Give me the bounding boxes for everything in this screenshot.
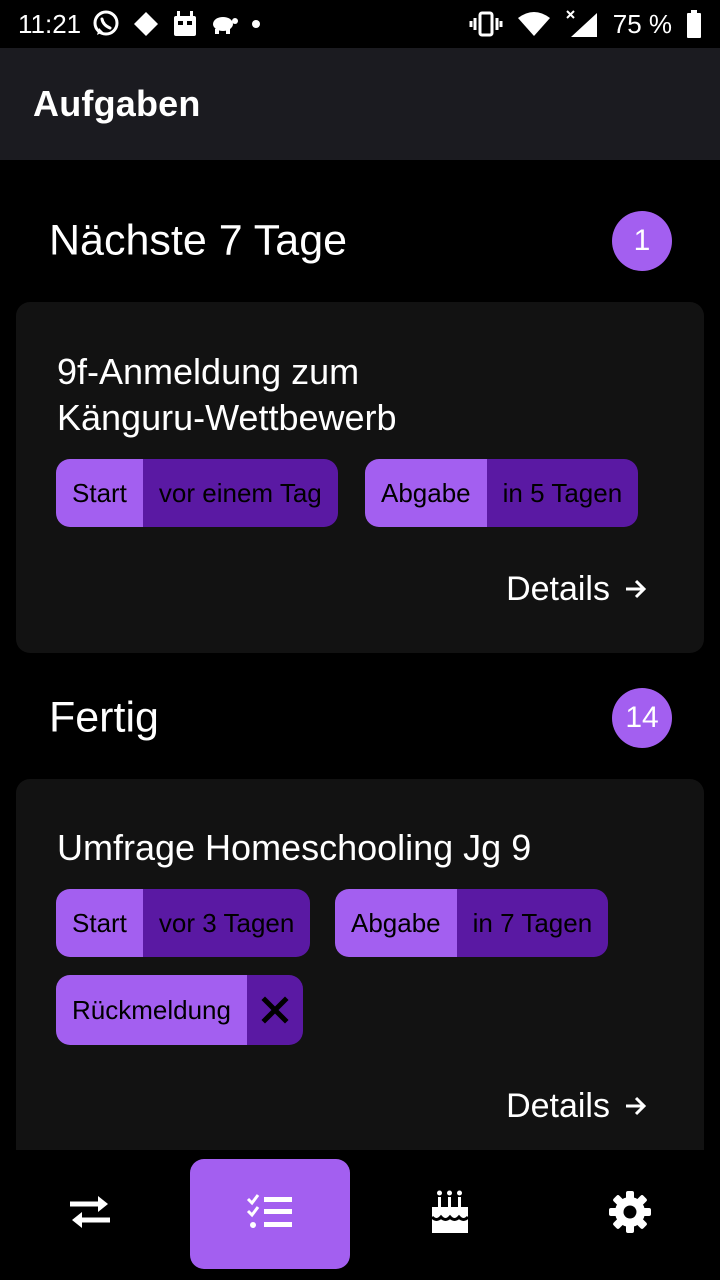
section-header-done: Fertig 14 <box>0 678 720 758</box>
gear-icon <box>608 1190 652 1239</box>
diamond-icon <box>131 9 161 39</box>
start-chip: Start vor 3 Tagen <box>56 889 311 957</box>
birthday-cake-icon <box>428 1189 472 1240</box>
details-label: Details <box>506 1087 610 1125</box>
chip-value: in 7 Tagen <box>456 889 609 957</box>
close-icon <box>246 975 303 1045</box>
feedback-chip: Rückmeldung <box>56 975 303 1045</box>
status-bar: 11:21 75 % <box>0 0 720 48</box>
section-header-next-7-days: Nächste 7 Tage 1 <box>0 201 720 281</box>
count-badge: 14 <box>612 688 672 748</box>
app-bar: Aufgaben <box>0 48 720 160</box>
swap-icon <box>66 1192 114 1237</box>
turtle-icon <box>209 12 239 36</box>
chip-label: Rückmeldung <box>56 975 247 1045</box>
task-list[interactable]: Nächste 7 Tage 1 9f-Anmeldung zum Kängur… <box>0 160 720 1150</box>
battery-percent: 75 % <box>612 8 672 39</box>
chip-value: vor 3 Tagen <box>142 889 311 957</box>
count-badge: 1 <box>612 211 672 271</box>
details-button[interactable]: Details <box>506 570 648 609</box>
signal-icon <box>565 9 599 39</box>
task-title: 9f-Anmeldung zum Känguru-Wettbewerb <box>57 351 397 438</box>
chip-value: in 5 Tagen <box>486 459 639 527</box>
vibrate-icon <box>469 10 503 38</box>
section-title: Fertig <box>49 693 159 742</box>
nav-item-swap[interactable] <box>10 1159 170 1269</box>
nav-item-tasks[interactable] <box>190 1159 350 1269</box>
chip-label: Abgabe <box>365 459 487 527</box>
dot-icon <box>249 17 263 31</box>
section-title: Nächste 7 Tage <box>49 216 348 265</box>
nav-item-settings[interactable] <box>550 1159 710 1269</box>
chip-label: Abgabe <box>335 889 457 957</box>
whatsapp-icon <box>91 9 121 39</box>
arrow-right-icon <box>624 1087 648 1126</box>
due-chip: Abgabe in 5 Tagen <box>365 459 639 527</box>
status-time: 11:21 <box>18 8 82 39</box>
due-chip: Abgabe in 7 Tagen <box>335 889 609 957</box>
nav-item-birthdays[interactable] <box>370 1159 530 1269</box>
chip-value: vor einem Tag <box>142 459 338 527</box>
task-title: Umfrage Homeschooling Jg 9 <box>57 827 532 868</box>
arrow-right-icon <box>624 570 648 609</box>
wifi-icon <box>517 10 551 38</box>
task-list-icon <box>246 1192 294 1237</box>
details-button[interactable]: Details <box>506 1087 648 1126</box>
task-card[interactable]: 9f-Anmeldung zum Känguru-Wettbewerb Star… <box>16 302 704 653</box>
start-chip: Start vor einem Tag <box>56 459 338 527</box>
details-label: Details <box>506 570 610 608</box>
robot-icon <box>171 10 199 38</box>
bottom-navigation <box>0 1150 720 1280</box>
battery-icon <box>686 9 702 39</box>
page-title: Aufgaben <box>33 83 201 124</box>
task-card[interactable]: Umfrage Homeschooling Jg 9 Start vor 3 T… <box>16 779 704 1150</box>
chip-label: Start <box>56 459 143 527</box>
chip-label: Start <box>56 889 143 957</box>
